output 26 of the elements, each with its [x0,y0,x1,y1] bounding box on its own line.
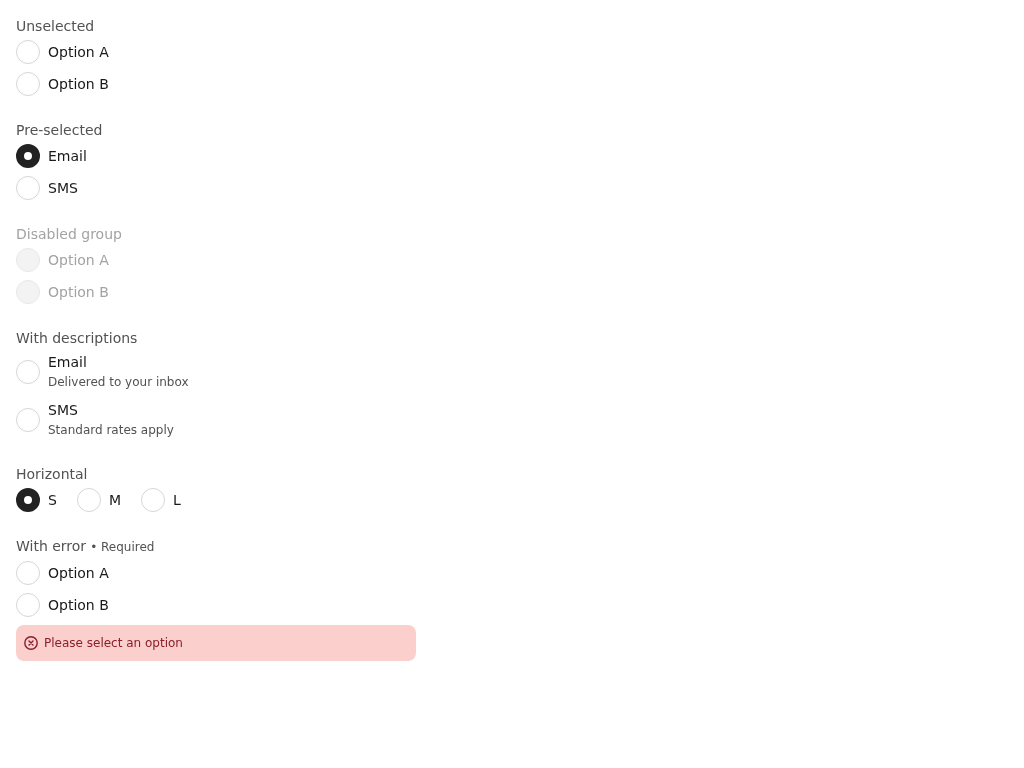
option-label: Option A [48,43,109,62]
radio-button[interactable] [16,144,40,168]
error-icon [24,636,38,650]
group-label: Unselected [16,17,95,36]
radio-button[interactable] [16,488,40,512]
option-label: Option B [48,283,109,302]
option-label: S [48,491,57,510]
group-label: Pre-selected [16,121,103,140]
option-description: Standard rates apply [48,422,174,439]
option-description: Delivered to your inbox [48,374,189,391]
group-label: Horizontal [16,465,88,484]
group-label: Disabled group [16,225,122,244]
option-label: SMS [48,401,79,420]
option-label: Option B [48,596,109,615]
option-label: SMS [48,179,78,198]
required-note: • Required [90,539,155,556]
option-label: Email [48,147,87,166]
option-label: Option A [48,251,109,270]
group-label: With error [16,537,87,556]
group-label: With descriptions [16,329,138,348]
error-text: Please select an option [44,635,183,652]
option-label: Email [48,353,88,372]
option-label: M [108,491,121,510]
option-label: Option B [48,75,109,94]
option-label: Option A [48,564,109,583]
option-label: L [173,491,181,510]
